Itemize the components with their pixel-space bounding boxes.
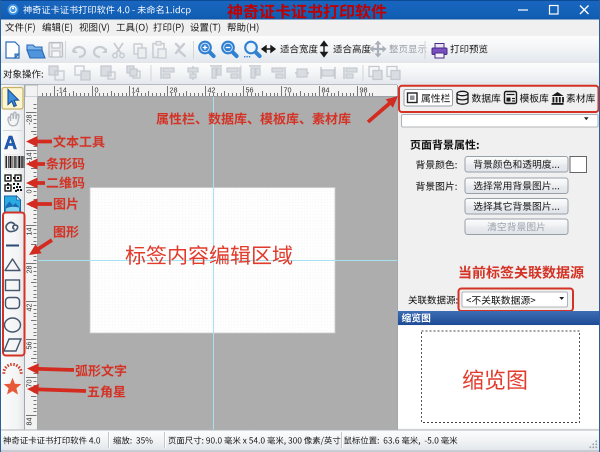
svg-text:28: 28 [25,266,34,274]
svg-text:0: 0 [25,190,34,194]
svg-text:28: 28 [170,86,178,95]
svg-text:A: A [4,133,17,153]
svg-text:42: 42 [208,86,216,95]
svg-text:70: 70 [284,86,292,95]
svg-text:98: 98 [360,86,368,95]
svg-text:70: 70 [25,380,34,388]
svg-text:14: 14 [132,86,140,95]
svg-text:84: 84 [25,418,34,426]
svg-text:56: 56 [25,342,34,350]
svg-text:56: 56 [246,86,254,95]
svg-text:14: 14 [25,228,34,236]
svg-text:84: 84 [322,86,330,95]
svg-text:-28: -28 [25,115,34,125]
svg-text:42: 42 [25,304,34,312]
